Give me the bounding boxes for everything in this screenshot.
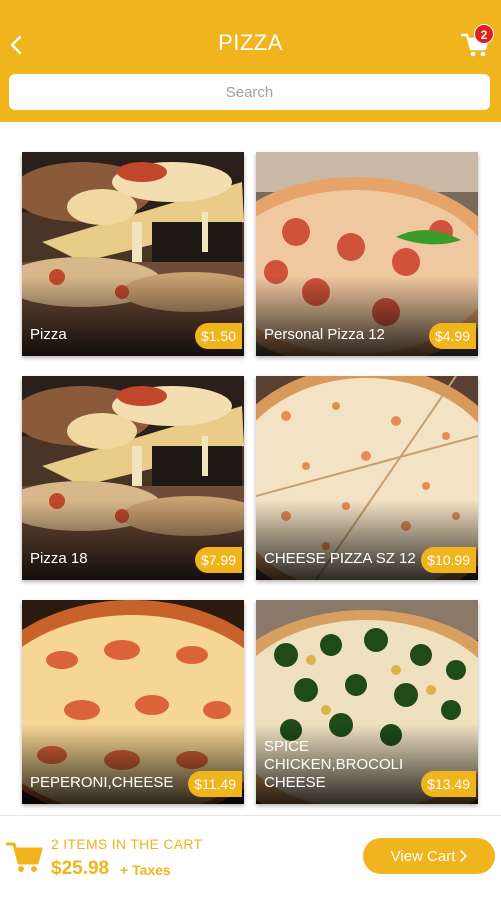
search-input[interactable] [9,74,490,110]
cart-total: $25.98 [51,858,110,879]
cart-count-badge: 2 [474,24,494,44]
product-price: $7.99 [194,547,242,573]
view-cart-button[interactable]: View Cart [363,838,495,874]
product-name: Pizza 18 [30,550,88,567]
product-card[interactable]: Pizza 18 $7.99 [22,376,244,580]
product-price: $11.49 [188,771,242,797]
product-name: Personal Pizza 12 [264,326,385,343]
product-card[interactable]: Personal Pizza 12 $4.99 [256,152,478,356]
product-price: $4.99 [428,323,476,349]
product-name: SPICE CHICKEN,BROCOLI CHEESE [264,738,404,791]
view-cart-label: View Cart [390,847,456,865]
taxes-label: + Taxes [120,862,171,878]
product-name: CHEESE PIZZA SZ 12 [264,550,416,567]
product-card[interactable]: SPICE CHICKEN,BROCOLI CHEESE $13.49 [256,600,478,804]
product-name: PEPERONI,CHEESE [30,774,174,791]
product-price: $1.50 [194,323,242,349]
cart-items-count: 2 ITEMS IN THE CART [51,836,203,852]
product-price: $10.99 [421,547,476,573]
page-title: PIZZA [218,30,283,55]
shopping-cart-icon [6,842,43,872]
cart-summary-bar: 2 ITEMS IN THE CART $25.98 + Taxes View … [0,815,501,901]
app-header: PIZZA 2 [0,0,501,122]
product-card[interactable]: PEPERONI,CHEESE $11.49 [22,600,244,804]
product-price: $13.49 [421,771,476,797]
product-name: Pizza [30,326,67,343]
product-card[interactable]: Pizza $1.50 [22,152,244,356]
product-card[interactable]: CHEESE PIZZA SZ 12 $10.99 [256,376,478,580]
chevron-right-icon [460,850,468,862]
